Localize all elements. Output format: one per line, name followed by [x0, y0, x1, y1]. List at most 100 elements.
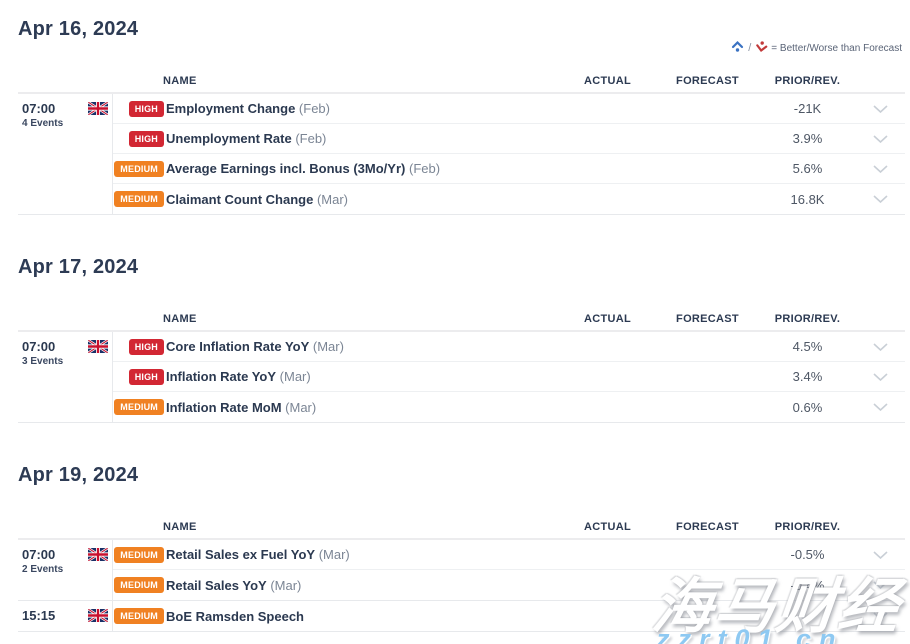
prior-value: -21K [760, 101, 855, 116]
events-count: 4 Events [22, 118, 112, 129]
event-row[interactable]: MEDIUM Inflation Rate MoM (Mar) 0.6% [113, 392, 905, 422]
expand-row-button[interactable] [855, 398, 905, 416]
col-name: NAME [18, 313, 560, 325]
table-header-row: NAME ACTUAL FORECAST PRIOR/REV. [18, 515, 905, 540]
events-table: NAME ACTUAL FORECAST PRIOR/REV. 07:00 3 … [18, 307, 905, 423]
importance-badge: HIGH [129, 369, 164, 385]
event-name: Inflation Rate MoM [166, 400, 282, 415]
event-period: (Feb) [409, 161, 440, 176]
col-name: NAME [18, 75, 560, 87]
prior-value: -0.4% [760, 578, 855, 593]
expand-row-button[interactable] [855, 338, 905, 356]
uk-flag-icon [88, 102, 108, 115]
event-row[interactable]: MEDIUM BoE Ramsden Speech [113, 601, 905, 631]
importance-badge: MEDIUM [114, 191, 164, 207]
importance-badge: MEDIUM [114, 399, 164, 415]
event-name: Average Earnings incl. Bonus (3Mo/Yr) [166, 161, 405, 176]
uk-flag-icon [88, 548, 108, 561]
event-row[interactable]: HIGH Inflation Rate YoY (Mar) 3.4% [113, 362, 905, 392]
importance-badge: MEDIUM [114, 608, 164, 624]
col-prior: PRIOR/REV. [760, 313, 855, 325]
event-name: Claimant Count Change [166, 192, 313, 207]
event-name-cell: BoE Ramsden Speech [166, 609, 560, 624]
expand-row-button[interactable] [855, 130, 905, 148]
legend-label: = Better/Worse than Forecast [771, 43, 902, 54]
event-name-cell: Inflation Rate YoY (Mar) [166, 369, 560, 384]
col-prior: PRIOR/REV. [760, 521, 855, 533]
event-period: (Feb) [299, 101, 330, 116]
uk-flag-icon [88, 340, 108, 353]
event-name-cell: Unemployment Rate (Feb) [166, 131, 560, 146]
event-row[interactable]: MEDIUM Average Earnings incl. Bonus (3Mo… [113, 154, 905, 184]
col-name: NAME [18, 521, 560, 533]
chevron-down-icon [873, 368, 888, 386]
chevron-down-icon [873, 130, 888, 148]
event-row[interactable]: MEDIUM Claimant Count Change (Mar) 16.8K [113, 184, 905, 214]
chevron-down-icon [873, 338, 888, 356]
uk-flag-icon [88, 609, 108, 622]
col-actual: ACTUAL [560, 75, 655, 87]
time-group: 07:00 2 Events MEDIUM Retail Sales ex Fu… [18, 540, 905, 601]
event-row[interactable]: MEDIUM Retail Sales YoY (Mar) -0.4% [113, 570, 905, 600]
table-body: 07:00 2 Events MEDIUM Retail Sales ex Fu… [18, 540, 905, 632]
event-row[interactable]: HIGH Core Inflation Rate YoY (Mar) 4.5% [113, 332, 905, 362]
group-rows: HIGH Core Inflation Rate YoY (Mar) 4.5% … [113, 332, 905, 422]
event-name-cell: Average Earnings incl. Bonus (3Mo/Yr) (F… [166, 161, 560, 176]
expand-row-button[interactable] [855, 607, 905, 625]
chevron-down-icon [873, 398, 888, 416]
event-period: (Mar) [285, 400, 316, 415]
table-header-row: NAME ACTUAL FORECAST PRIOR/REV. [18, 307, 905, 332]
event-name: Retail Sales ex Fuel YoY [166, 547, 315, 562]
badge-slot: MEDIUM [117, 161, 164, 177]
events-count: 2 Events [22, 564, 112, 575]
event-period: (Mar) [319, 547, 350, 562]
worse-than-forecast-icon [754, 39, 769, 57]
prior-value: 3.4% [760, 369, 855, 384]
table-body: 07:00 3 Events HIGH Core Inflation Rate … [18, 332, 905, 423]
time-cell: 07:00 4 Events [18, 94, 113, 214]
event-name: BoE Ramsden Speech [166, 609, 304, 624]
badge-slot: HIGH [117, 101, 164, 117]
event-name-cell: Claimant Count Change (Mar) [166, 192, 560, 207]
event-name: Core Inflation Rate YoY [166, 339, 309, 354]
importance-badge: MEDIUM [114, 161, 164, 177]
event-name: Employment Change [166, 101, 295, 116]
time-group: 07:00 4 Events HIGH Employment Change (F… [18, 94, 905, 215]
expand-row-button[interactable] [855, 190, 905, 208]
event-row[interactable]: HIGH Employment Change (Feb) -21K [113, 94, 905, 124]
chevron-down-icon [873, 100, 888, 118]
event-name-cell: Retail Sales ex Fuel YoY (Mar) [166, 547, 560, 562]
badge-slot: MEDIUM [117, 577, 164, 593]
event-name: Inflation Rate YoY [166, 369, 276, 384]
importance-badge: HIGH [129, 339, 164, 355]
col-forecast: FORECAST [655, 75, 760, 87]
expand-row-button[interactable] [855, 546, 905, 564]
expand-row-button[interactable] [855, 576, 905, 594]
badge-slot: HIGH [117, 339, 164, 355]
event-name-cell: Employment Change (Feb) [166, 101, 560, 116]
importance-badge: HIGH [129, 131, 164, 147]
event-name: Unemployment Rate [166, 131, 292, 146]
events-table: NAME ACTUAL FORECAST PRIOR/REV. 07:00 4 … [18, 69, 905, 215]
events-table: NAME ACTUAL FORECAST PRIOR/REV. 07:00 2 … [18, 515, 905, 632]
event-period: (Mar) [270, 578, 301, 593]
badge-slot: MEDIUM [117, 399, 164, 415]
expand-row-button[interactable] [855, 100, 905, 118]
col-forecast: FORECAST [655, 313, 760, 325]
time-cell: 15:15 [18, 601, 113, 631]
event-period: (Mar) [317, 192, 348, 207]
col-prior: PRIOR/REV. [760, 75, 855, 87]
table-body: 07:00 4 Events HIGH Employment Change (F… [18, 94, 905, 215]
col-actual: ACTUAL [560, 313, 655, 325]
chevron-down-icon [873, 190, 888, 208]
event-row[interactable]: MEDIUM Retail Sales ex Fuel YoY (Mar) -0… [113, 540, 905, 570]
importance-badge: HIGH [129, 101, 164, 117]
expand-row-button[interactable] [855, 160, 905, 178]
event-name: Retail Sales YoY [166, 578, 267, 593]
event-name-cell: Core Inflation Rate YoY (Mar) [166, 339, 560, 354]
expand-row-button[interactable] [855, 368, 905, 386]
section-date: Apr 17, 2024 [18, 256, 910, 279]
table-header-row: NAME ACTUAL FORECAST PRIOR/REV. [18, 69, 905, 94]
badge-slot: HIGH [117, 131, 164, 147]
event-row[interactable]: HIGH Unemployment Rate (Feb) 3.9% [113, 124, 905, 154]
